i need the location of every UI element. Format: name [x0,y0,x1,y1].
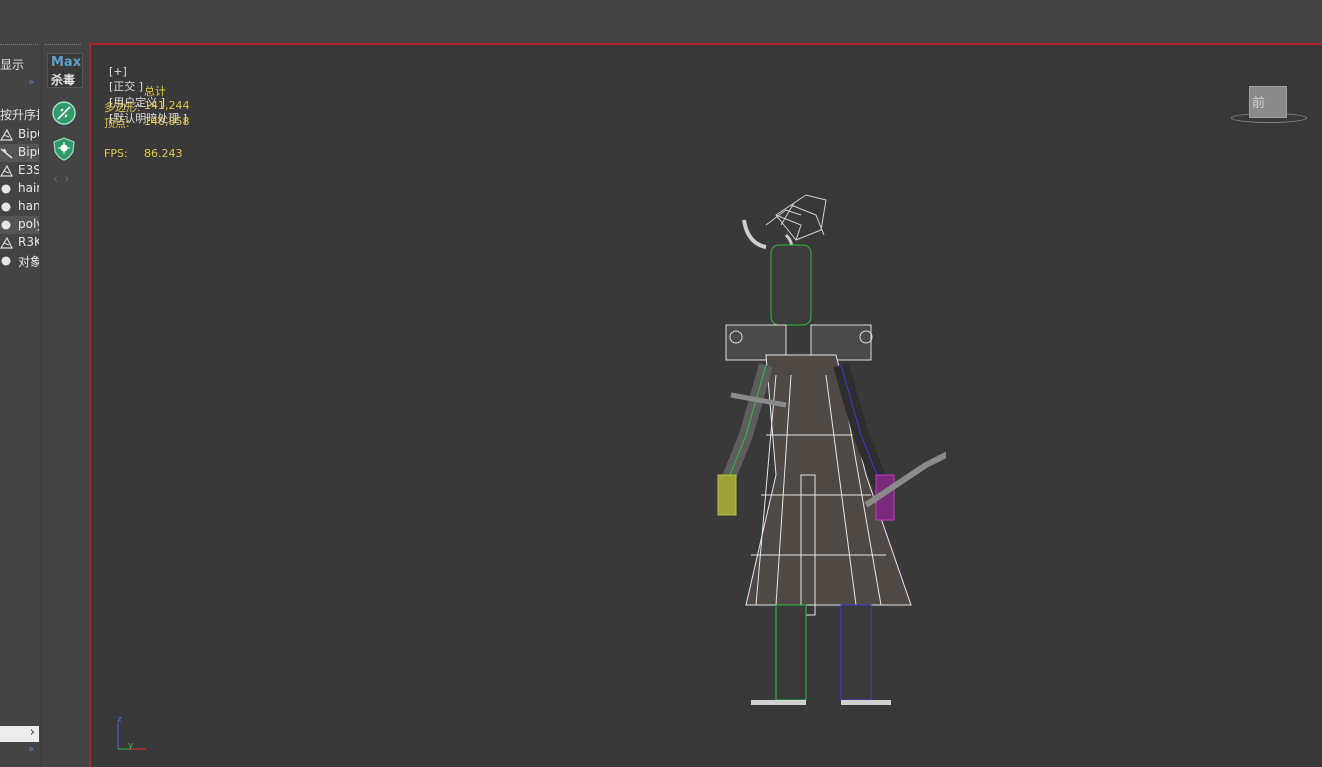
list-item-label: hair [18,181,39,195]
bone-icon [0,148,13,159]
list-item-label: Bip0 [18,145,39,159]
list-item[interactable]: 对象 [0,252,39,270]
expand-bottom-icon[interactable]: » [28,744,34,755]
list-item[interactable]: han [0,198,39,216]
list-item-label: poly [18,217,39,231]
stats-vert-label: 顶点: [104,117,130,130]
stats-vert-value: 140,858 [144,115,190,128]
list-item[interactable]: E3S [0,162,39,180]
expand-icon[interactable]: » [28,77,34,88]
sphere-icon [1,256,11,266]
list-item[interactable]: Bip0 [0,126,39,144]
hair-wireframe [765,194,827,241]
left-arm [717,363,773,516]
sphere-icon [1,202,11,212]
character-model[interactable] [626,175,946,705]
viewport-plus-menu[interactable]: [+] [109,65,127,78]
viewcube[interactable]: 前 [1231,83,1311,125]
toolstrip-nav: ‹› [53,172,75,187]
antivirus-scan-icon[interactable] [51,100,77,126]
list-item[interactable]: poly [0,216,39,234]
stats-fps-label: FPS: [104,147,128,160]
axis-z-label: z [117,715,122,725]
bone-icon [0,164,13,177]
stats-total-label: 总计 [144,85,166,98]
left-horn [742,219,767,249]
viewcube-face-label: 前 [1252,96,1266,111]
chevron-right-icon: › [29,725,35,740]
logo-text-bottom: 杀毒 [51,73,76,87]
list-item[interactable]: hair [0,180,39,198]
list-item[interactable]: R3K [0,234,39,252]
list-item[interactable]: Bip0 [0,144,39,162]
scene-explorer-panel: 显示 » 按升序排 Bip0 Bip0 E3S hair han poly [0,44,39,767]
layer-dropdown[interactable]: › [0,725,39,742]
front-viewport[interactable]: [+] [正交 ] [用户定义 ] [默认明暗处理 ] 总计 多边形: 141,… [89,43,1322,767]
axis-y-label: y [128,741,134,751]
sphere-icon [1,220,11,230]
list-item-label: 对象 [18,255,39,269]
list-item-label: R3K [18,235,39,249]
chevron-right-icon[interactable]: › [64,172,75,187]
plugin-toolstrip: Max 杀毒 ‹› [41,44,84,767]
logo-text-top: Max [51,55,82,70]
stats-poly-label: 多边形: [104,101,141,114]
bone-icon [0,128,13,141]
shield-icon[interactable] [51,136,77,162]
list-item-label: E3S [18,163,39,177]
head [770,244,812,326]
viewport-view-menu[interactable]: [正交 ] [109,80,143,93]
sphere-icon [1,184,11,194]
stats-fps-value: 86.243 [144,147,183,160]
panel-grip[interactable] [0,44,38,48]
list-item-label: Bip0 [18,127,39,141]
bone-icon [0,236,13,249]
toolstrip-grip[interactable] [45,44,81,45]
sort-column-header[interactable]: 按升序排 [0,106,39,123]
list-item-label: han [18,199,39,213]
chevron-left-icon[interactable]: ‹ [53,172,64,187]
scene-object-list: Bip0 Bip0 E3S hair han poly R3K 对象 [0,126,39,270]
max-antivirus-logo[interactable]: Max 杀毒 [47,53,83,88]
scene-explorer-display-label[interactable]: 显示 [0,56,24,73]
top-toolbar-area [0,0,1322,44]
stats-poly-value: 141,244 [144,99,190,112]
viewcube-ring[interactable] [1231,113,1307,123]
axis-gizmo: z y [117,715,146,751]
legs [751,604,891,705]
